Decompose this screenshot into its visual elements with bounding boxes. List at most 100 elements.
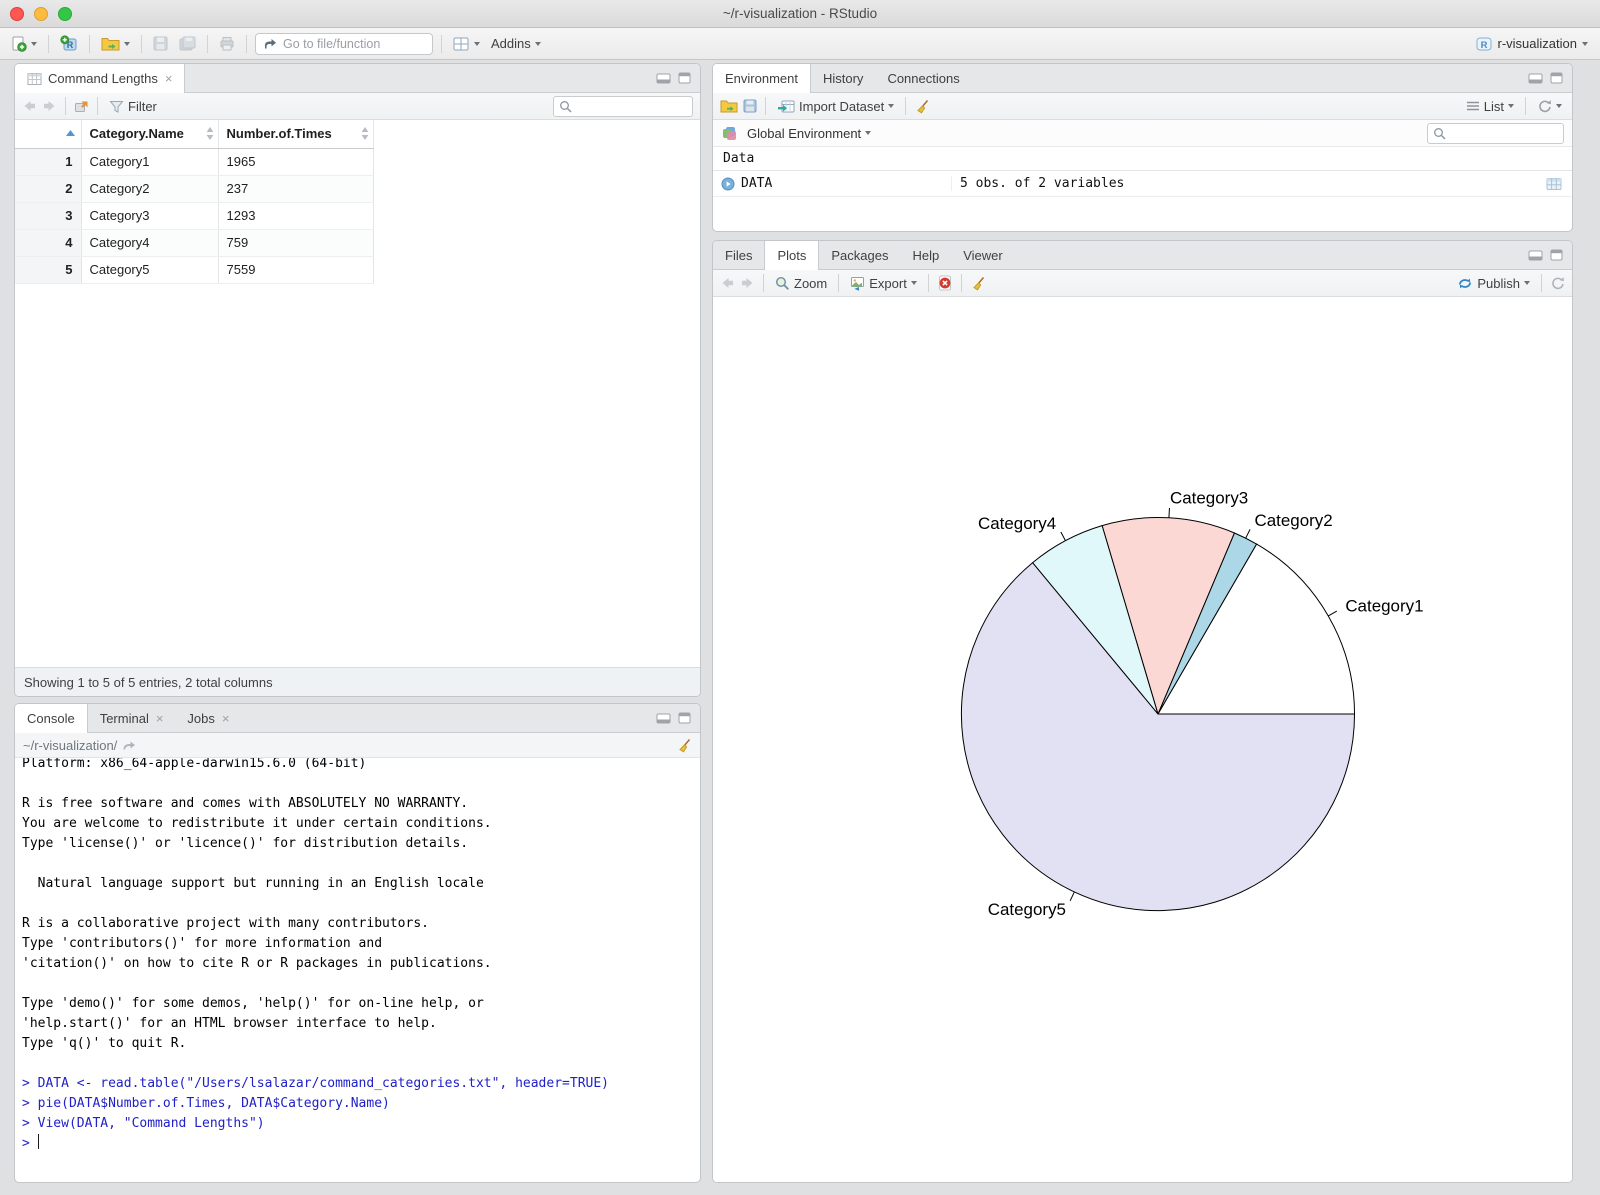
tab-viewer[interactable]: Viewer bbox=[951, 241, 1015, 269]
console-prompt-line[interactable]: > bbox=[22, 1134, 700, 1154]
refresh-icon bbox=[1537, 99, 1552, 113]
refresh-plot-icon[interactable] bbox=[1550, 276, 1565, 290]
tab-packages[interactable]: Packages bbox=[819, 241, 900, 269]
table-row[interactable]: 3 Category3 1293 bbox=[15, 202, 374, 230]
environment-searchbox[interactable] bbox=[1427, 122, 1564, 144]
goto-file-input[interactable] bbox=[283, 36, 413, 51]
table-row[interactable]: 2 Category2 237 bbox=[15, 175, 374, 203]
import-dataset-button[interactable]: Import Dataset bbox=[774, 97, 897, 116]
list-view-caret bbox=[1508, 104, 1514, 108]
data-viewer-search-input[interactable] bbox=[576, 99, 684, 113]
close-window-button[interactable] bbox=[10, 7, 24, 21]
pie-label-Category3: Category3 bbox=[1170, 489, 1248, 508]
view-table-icon[interactable] bbox=[1546, 177, 1562, 191]
clear-console-icon[interactable] bbox=[676, 738, 692, 753]
data-viewer-pane: Command Lengths × Filter Category.Name N… bbox=[14, 63, 701, 697]
tab-console[interactable]: Console bbox=[15, 704, 88, 733]
project-name-label: r-visualization bbox=[1497, 36, 1577, 51]
load-workspace-icon[interactable] bbox=[720, 99, 738, 113]
addins-button[interactable]: Addins bbox=[488, 34, 544, 53]
tab-files[interactable]: Files bbox=[713, 241, 764, 269]
remove-plot-icon[interactable] bbox=[937, 275, 953, 291]
export-plot-button[interactable]: Export bbox=[847, 274, 920, 293]
environment-scope-selector[interactable]: Global Environment bbox=[744, 124, 874, 143]
nav-back-icon[interactable] bbox=[22, 99, 37, 113]
filter-label: Filter bbox=[128, 98, 157, 114]
minimize-pane-icon[interactable] bbox=[1528, 72, 1543, 84]
project-menu-button[interactable]: R r-visualization bbox=[1472, 34, 1592, 54]
new-file-caret bbox=[31, 41, 37, 46]
index-column-header[interactable] bbox=[15, 120, 82, 149]
environment-pane: Environment History Connections Import D… bbox=[712, 63, 1573, 232]
table-row[interactable]: 4 Category4 759 bbox=[15, 229, 374, 257]
tab-help[interactable]: Help bbox=[900, 241, 951, 269]
console-line: Type 'q()' to quit R. bbox=[22, 1036, 187, 1051]
zoom-window-button[interactable] bbox=[58, 7, 72, 21]
close-tab-icon[interactable]: × bbox=[156, 712, 164, 725]
table-row[interactable]: 5 Category5 7559 bbox=[15, 256, 374, 284]
environment-search-input[interactable] bbox=[1450, 126, 1558, 140]
window-title: ~/r-visualization - RStudio bbox=[722, 6, 878, 21]
environment-object-row[interactable]: DATA 5 obs. of 2 variables bbox=[713, 171, 1572, 197]
previous-plot-icon[interactable] bbox=[720, 276, 735, 290]
minimize-pane-icon[interactable] bbox=[656, 72, 671, 84]
minimize-pane-icon[interactable] bbox=[656, 712, 671, 724]
zoom-label: Zoom bbox=[794, 275, 828, 291]
open-file-button[interactable] bbox=[98, 34, 133, 53]
data-viewer-searchbox[interactable] bbox=[553, 95, 693, 117]
print-icon bbox=[219, 36, 235, 51]
panes-caret bbox=[474, 41, 480, 46]
tab-environment[interactable]: Environment bbox=[713, 64, 811, 93]
tab-connections[interactable]: Connections bbox=[875, 64, 971, 92]
tab-history[interactable]: History bbox=[811, 64, 875, 92]
maximize-pane-icon[interactable] bbox=[1550, 72, 1563, 84]
goto-file-box[interactable] bbox=[255, 32, 433, 55]
table-row[interactable]: 1 Category1 1965 bbox=[15, 148, 374, 176]
nav-forward-icon[interactable] bbox=[42, 99, 57, 113]
tab-jobs[interactable]: Jobs × bbox=[175, 704, 241, 732]
tab-plots[interactable]: Plots bbox=[764, 241, 820, 270]
expand-object-icon[interactable] bbox=[721, 177, 735, 191]
filter-button[interactable]: Filter bbox=[106, 97, 160, 116]
minimize-window-button[interactable] bbox=[34, 7, 48, 21]
refresh-environment-button[interactable] bbox=[1534, 97, 1565, 115]
close-tab-icon[interactable]: × bbox=[165, 72, 173, 85]
tab-command-lengths[interactable]: Command Lengths × bbox=[15, 64, 186, 93]
clear-environment-icon[interactable] bbox=[914, 99, 930, 114]
export-caret bbox=[910, 281, 917, 285]
minimize-pane-icon[interactable] bbox=[1528, 249, 1543, 261]
clear-all-plots-icon[interactable] bbox=[970, 276, 986, 291]
console-output[interactable]: Platform: x86_64-apple-darwin15.6.0 (64-… bbox=[15, 758, 700, 1182]
maximize-pane-icon[interactable] bbox=[1550, 249, 1563, 261]
sort-ascending-icon bbox=[65, 130, 75, 136]
print-button[interactable] bbox=[216, 34, 238, 53]
save-button[interactable] bbox=[150, 34, 171, 53]
row-index: 2 bbox=[15, 175, 82, 203]
sort-toggle-icon bbox=[361, 127, 369, 140]
next-plot-icon[interactable] bbox=[740, 276, 755, 290]
save-workspace-icon[interactable] bbox=[743, 99, 757, 113]
console-pane: Console Terminal × Jobs × ~/r-visualizat… bbox=[14, 703, 701, 1183]
close-tab-icon[interactable]: × bbox=[222, 712, 230, 725]
popout-window-icon[interactable] bbox=[74, 99, 89, 113]
working-directory-label: ~/r-visualization/ bbox=[23, 737, 118, 753]
environment-view-mode-button[interactable]: List bbox=[1463, 97, 1517, 116]
workspace-panes-button[interactable] bbox=[450, 35, 483, 53]
pie-label-Category4: Category4 bbox=[978, 514, 1056, 533]
tab-terminal[interactable]: Terminal × bbox=[88, 704, 176, 732]
list-view-label: List bbox=[1483, 98, 1504, 114]
panes-grid-icon bbox=[453, 37, 470, 51]
plot-canvas: Category1 Category2 Category3 Category4 Cate… bbox=[713, 298, 1572, 1182]
column-header-number-of-times[interactable]: Number.of.Times bbox=[218, 120, 374, 149]
save-all-button[interactable] bbox=[176, 34, 199, 53]
console-line: > View(DATA, "Command Lengths") bbox=[22, 1116, 265, 1131]
new-file-button[interactable] bbox=[8, 34, 40, 54]
column-header-category-name[interactable]: Category.Name bbox=[81, 120, 219, 149]
zoom-plot-button[interactable]: Zoom bbox=[772, 274, 830, 293]
goto-directory-icon[interactable] bbox=[122, 739, 136, 751]
new-project-button[interactable]: R bbox=[57, 33, 81, 54]
search-icon bbox=[559, 100, 572, 113]
publish-plot-button[interactable]: Publish bbox=[1454, 274, 1533, 293]
maximize-pane-icon[interactable] bbox=[678, 712, 691, 724]
maximize-pane-icon[interactable] bbox=[678, 72, 691, 84]
